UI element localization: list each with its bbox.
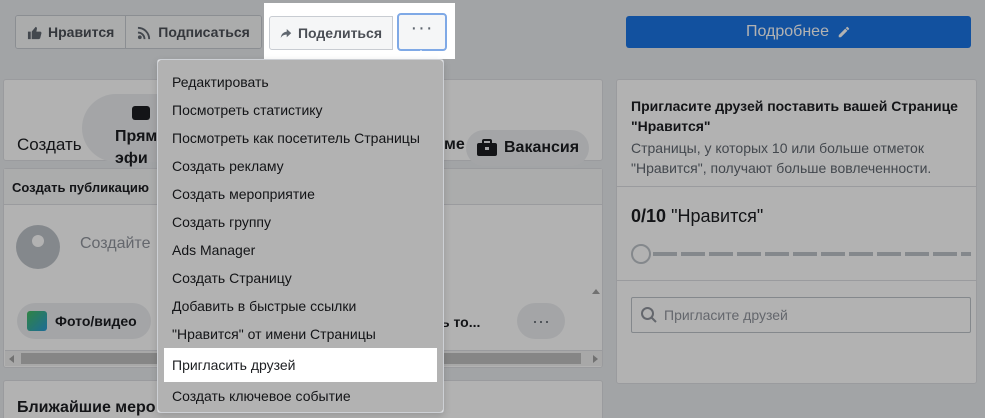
scroll-right-arrow-icon[interactable] [593, 355, 598, 363]
menu-item[interactable]: Ads Manager [158, 236, 443, 264]
divider [617, 280, 976, 281]
create-label: Создать [17, 135, 82, 154]
invite-card-description: Страницы, у которых 10 или больше отмето… [631, 140, 932, 176]
vertical-scrollbar[interactable] [591, 289, 601, 349]
partial-create-option-label: ме [444, 136, 465, 153]
live-label-line2: эфи [115, 150, 148, 167]
invite-search-placeholder: Пригласите друзей [664, 307, 788, 323]
share-button-label: Поделиться [297, 25, 382, 41]
post-more-button[interactable]: ··· [517, 303, 565, 339]
pencil-icon [838, 26, 850, 38]
menu-item[interactable]: Добавить в быстрые ссылки [158, 292, 443, 320]
invite-friends-card: Пригласите друзей поставить вашей Страни… [616, 79, 977, 384]
page-action-button-group: Нравится Подписаться [15, 15, 262, 49]
follow-button[interactable]: Подписаться [126, 16, 261, 48]
rss-icon [138, 26, 151, 39]
like-button[interactable]: Нравится [16, 16, 127, 48]
likes-progress-bar [631, 244, 971, 264]
follow-button-label: Подписаться [158, 24, 250, 40]
more-dots-icon: ··· [410, 17, 434, 39]
menu-item[interactable]: Создать мероприятие [158, 180, 443, 208]
partial-post-option-label[interactable]: ь то... [441, 314, 480, 330]
divider [617, 186, 976, 187]
menu-item[interactable]: Редактировать [158, 68, 443, 96]
nearby-events-title: Ближайшие меро [17, 399, 156, 416]
more-options-button[interactable]: ··· [397, 13, 447, 58]
photo-video-label: Фото/видео [55, 313, 137, 329]
page-action-bar: Нравится Подписаться Поделиться ··· Подр… [0, 0, 985, 64]
share-button[interactable]: Поделиться [269, 16, 393, 50]
scroll-up-arrow-icon[interactable] [592, 289, 600, 294]
progress-track [653, 252, 971, 256]
share-arrow-icon [280, 28, 292, 38]
thumbs-up-icon [27, 26, 42, 39]
details-button-label: Подробнее [746, 23, 829, 40]
briefcase-icon [477, 139, 497, 156]
location-pin-icon [16, 225, 60, 269]
more-dots-icon: ··· [532, 310, 550, 331]
menu-item[interactable]: Создать Страницу [158, 264, 443, 292]
invite-card-title: Пригласите друзей поставить вашей Страни… [631, 98, 958, 134]
more-options-menu-list: Редактировать Посмотреть статистику Посмот… [158, 68, 443, 410]
like-button-label: Нравится [48, 24, 115, 40]
scroll-left-arrow-icon[interactable] [9, 355, 14, 363]
live-video-label: Прям эфи [115, 126, 157, 170]
menu-item[interactable]: Создать рекламу [158, 152, 443, 180]
invite-friends-search-input[interactable]: Пригласите друзей [631, 297, 971, 333]
menu-item[interactable]: Создать группу [158, 208, 443, 236]
likes-progress-count: 0/10 "Нравится" [631, 206, 763, 227]
details-button[interactable]: Подробнее [626, 16, 971, 48]
search-icon [641, 307, 657, 323]
menu-item[interactable]: Создать ключевое событие [158, 382, 443, 410]
menu-item[interactable]: Посмотреть статистику [158, 96, 443, 124]
jobs-button[interactable]: Вакансия [466, 130, 590, 166]
menu-item[interactable]: "Нравится" от имени Страницы [158, 320, 443, 348]
menu-item[interactable]: Пригласить друзей [164, 348, 437, 382]
photo-icon [27, 311, 47, 331]
photo-video-button[interactable]: Фото/видео [17, 303, 151, 339]
likes-count-value: 0/10 [631, 206, 667, 226]
jobs-button-label: Вакансия [504, 139, 580, 156]
video-camera-icon [132, 106, 150, 120]
progress-knob [631, 244, 651, 264]
share-more-highlight: Поделиться ··· [264, 3, 455, 59]
likes-count-suffix: "Нравится" [671, 206, 764, 226]
more-options-menu: Редактировать Посмотреть статистику Посмот… [157, 59, 444, 413]
live-label-line1: Прям [115, 128, 158, 145]
post-composer-input[interactable]: Создайте [80, 235, 150, 253]
menu-item[interactable]: Посмотреть как посетитель Страницы [158, 124, 443, 152]
